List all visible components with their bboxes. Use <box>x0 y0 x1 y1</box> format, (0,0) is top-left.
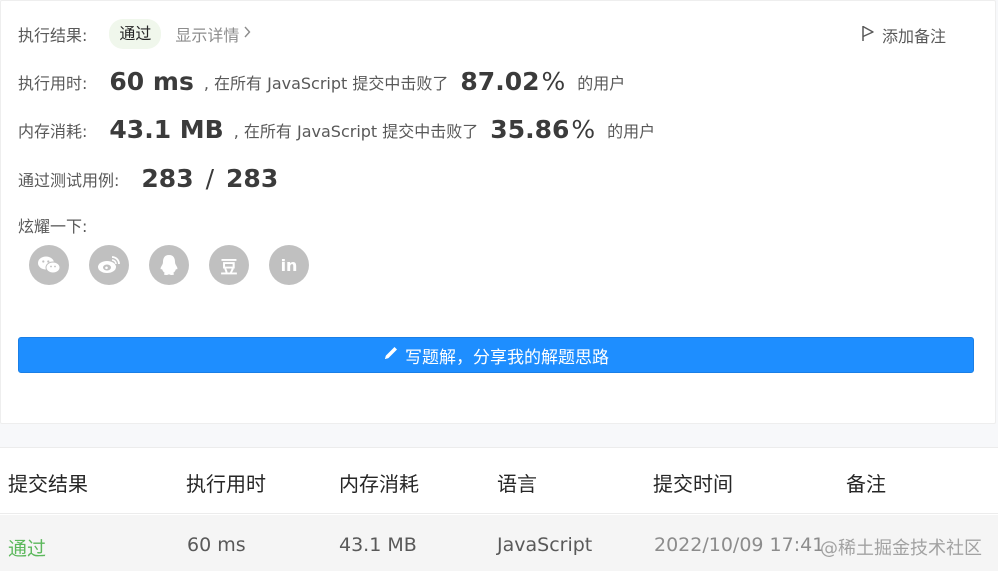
runtime-row: 执行用时: 60 ms , 在所有 JavaScript 提交中击败了 87.0… <box>18 67 625 96</box>
write-solution-label: 写题解，分享我的解题思路 <box>405 347 609 368</box>
show-details-label: 显示详情 <box>175 26 240 45</box>
testcases-passed: 283 <box>141 164 194 193</box>
table-header: 提交结果 执行用时 内存消耗 语言 提交时间 备注 <box>0 448 998 514</box>
header-memory: 内存消耗 <box>339 472 419 496</box>
show-details-link[interactable]: 显示详情 <box>175 22 251 46</box>
wechat-icon[interactable] <box>29 245 69 285</box>
submission-table: 提交结果 执行用时 内存消耗 语言 提交时间 备注 通过 60 ms 43.1 … <box>0 447 998 571</box>
header-runtime: 执行用时 <box>186 472 266 496</box>
runtime-suffix: 的用户 <box>577 73 626 93</box>
memory-value: 43.1 MB <box>109 115 224 144</box>
linkedin-glyph: in <box>280 255 298 275</box>
runtime-label: 执行用时: <box>18 73 88 93</box>
watermark: @稀土掘金技术社区 <box>820 538 982 559</box>
weibo-icon[interactable] <box>89 245 129 285</box>
testcases-total: 283 <box>226 164 279 193</box>
share-icons: 豆 in <box>29 245 329 285</box>
memory-percent: 35.86 <box>490 115 570 144</box>
share-label: 炫耀一下: <box>18 217 88 236</box>
header-result: 提交结果 <box>8 472 88 496</box>
status-badge: 通过 <box>109 19 162 49</box>
runtime-value: 60 ms <box>109 67 194 96</box>
douban-icon[interactable]: 豆 <box>209 245 249 285</box>
add-note-button[interactable]: 添加备注 <box>860 23 946 47</box>
header-language: 语言 <box>497 472 537 496</box>
submission-result-card: 执行结果: 通过 显示详情 添加备注 执行用时: 60 ms , 在所有 Jav… <box>0 0 996 424</box>
douban-glyph: 豆 <box>220 257 238 278</box>
row-language: JavaScript <box>497 534 593 556</box>
testcases-separator: / <box>205 164 215 193</box>
result-row: 执行结果: 通过 显示详情 <box>18 19 251 49</box>
memory-label: 内存消耗: <box>18 121 88 141</box>
share-row: 炫耀一下: <box>18 213 87 237</box>
memory-row: 内存消耗: 43.1 MB , 在所有 JavaScript 提交中击败了 35… <box>18 115 655 144</box>
chevron-right-icon <box>243 26 251 42</box>
row-submit-time: 2022/10/09 17:41 <box>654 534 825 556</box>
runtime-middle-text: , 在所有 JavaScript 提交中击败了 <box>203 73 449 93</box>
testcases-row: 通过测试用例: 283 / 283 <box>18 164 278 193</box>
header-submit-time: 提交时间 <box>653 472 733 496</box>
runtime-percent: 87.02 <box>460 67 540 96</box>
write-solution-button[interactable]: 写题解，分享我的解题思路 <box>18 337 974 373</box>
testcases-label: 通过测试用例: <box>18 170 120 190</box>
qq-icon[interactable] <box>149 245 189 285</box>
row-runtime: 60 ms <box>187 534 246 556</box>
pencil-icon <box>383 345 405 366</box>
memory-suffix: 的用户 <box>607 121 656 141</box>
row-result-link[interactable]: 通过 <box>8 534 46 561</box>
add-note-label: 添加备注 <box>882 27 947 46</box>
flag-icon <box>860 24 882 46</box>
memory-middle-text: , 在所有 JavaScript 提交中击败了 <box>233 121 479 141</box>
runtime-percent-sign: % <box>541 67 566 96</box>
row-memory: 43.1 MB <box>339 534 417 556</box>
linkedin-icon[interactable]: in <box>269 245 309 285</box>
memory-percent-sign: % <box>571 115 596 144</box>
header-note: 备注 <box>846 472 886 496</box>
result-label: 执行结果: <box>18 26 88 45</box>
